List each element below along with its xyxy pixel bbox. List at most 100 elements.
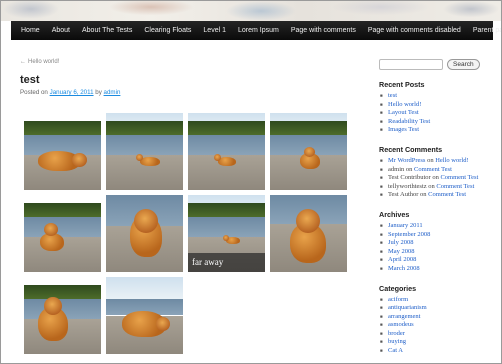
category-link[interactable]: broder <box>388 330 405 337</box>
categories-title: Categories <box>379 283 417 293</box>
archive-link[interactable]: May 2008 <box>388 248 415 255</box>
gallery-photo-1[interactable] <box>24 113 101 190</box>
list-item: Mr WordPress on Hello world! <box>379 157 497 166</box>
left-arrow-icon: ← <box>20 59 26 65</box>
list-item: May 2008 <box>379 248 497 257</box>
recent-comments-title: Recent Comments <box>379 144 443 154</box>
comment-author: Test Contributor <box>388 174 431 182</box>
search-button[interactable]: Search <box>447 59 480 70</box>
category-link[interactable]: buying <box>388 338 406 345</box>
category-link[interactable]: aciform <box>388 296 408 303</box>
archive-link[interactable]: March 2008 <box>388 265 420 272</box>
nav-item-page-with-comments-disabled[interactable]: Page with comments disabled <box>362 21 467 40</box>
nav-item-about-the-tests[interactable]: About The Tests <box>76 21 138 40</box>
comment-post-link[interactable]: Comment Test <box>440 174 478 181</box>
recent-post-link[interactable]: Readability Test <box>388 118 430 125</box>
gallery-photo-9[interactable] <box>24 277 101 354</box>
gallery-photo-6[interactable] <box>106 195 183 272</box>
nav-item-about[interactable]: About <box>46 21 76 40</box>
photo-gallery: far away <box>24 113 347 354</box>
nav-item-home[interactable]: Home <box>15 21 46 40</box>
gallery-photo-7-far-away[interactable]: far away <box>188 195 265 272</box>
nav-item-clearing-floats[interactable]: Clearing Floats <box>138 21 197 40</box>
list-item: Layout Test <box>379 109 497 118</box>
list-item: April 2008 <box>379 256 497 265</box>
recent-post-link[interactable]: Layout Test <box>388 109 419 116</box>
on-label: on <box>428 182 435 190</box>
comment-author: tellyworthtestz <box>388 182 427 190</box>
on-label: on <box>427 156 434 164</box>
gallery-photo-2[interactable] <box>106 113 183 190</box>
archive-link[interactable]: April 2008 <box>388 256 416 263</box>
post-date-link[interactable]: January 6, 2011 <box>50 89 94 96</box>
search-input[interactable] <box>379 59 443 70</box>
nav-item-parent-page[interactable]: Parent page <box>467 21 501 40</box>
comment-post-link[interactable]: Comment Test <box>436 183 474 190</box>
list-item: Cat A <box>379 347 497 356</box>
post-title[interactable]: test <box>20 74 355 86</box>
archives-title: Archives <box>379 209 410 219</box>
nav-item-page-with-comments[interactable]: Page with comments <box>285 21 362 40</box>
posted-on-label: Posted on <box>20 89 48 96</box>
list-item: arrangement <box>379 313 497 322</box>
browser-frame: Home About About The Tests Clearing Floa… <box>0 0 502 364</box>
recent-comments-list: Mr WordPress on Hello world! admin on Co… <box>379 157 497 200</box>
comment-post-link[interactable]: Comment Test <box>428 191 466 198</box>
list-item: July 2008 <box>379 239 497 248</box>
category-link[interactable]: asmodeus <box>388 321 414 328</box>
author-link[interactable]: admin <box>104 89 121 96</box>
list-item: antiquarianism <box>379 304 497 313</box>
post-meta: Posted on January 6, 2011 by admin <box>20 89 355 96</box>
gallery-photo-3[interactable] <box>188 113 265 190</box>
previous-post-link[interactable]: ← Hello world! <box>20 59 355 65</box>
gallery-photo-5[interactable] <box>24 195 101 272</box>
comment-post-link[interactable]: Hello world! <box>435 157 468 164</box>
recent-posts-list: test Hello world! Layout Test Readabilit… <box>379 92 497 135</box>
category-link[interactable]: antiquarianism <box>388 304 427 311</box>
list-item: tellyworthtestz on Comment Test <box>379 183 497 192</box>
nav-item-lorem-ipsum[interactable]: Lorem Ipsum <box>232 21 285 40</box>
list-item: Hello world! <box>379 101 497 110</box>
categories-list: aciform antiquarianism arrangement asmod… <box>379 296 497 356</box>
header-image <box>1 1 501 21</box>
on-label: on <box>420 191 427 199</box>
comment-author: admin <box>388 165 405 173</box>
gallery-photo-4[interactable] <box>270 113 347 190</box>
search-form: Search <box>379 59 497 70</box>
list-item: aciform <box>379 296 497 305</box>
comment-author: Test Author <box>388 191 419 199</box>
gallery-photo-8[interactable] <box>270 195 347 272</box>
category-link[interactable]: Cat A <box>388 347 403 354</box>
post-content: ← Hello world! test Posted on January 6,… <box>20 59 355 354</box>
list-item: January 2011 <box>379 222 497 231</box>
comment-author-link[interactable]: Mr WordPress <box>388 157 425 164</box>
list-item: September 2008 <box>379 231 497 240</box>
list-item: March 2008 <box>379 265 497 274</box>
photo-caption: far away <box>188 253 265 272</box>
on-label: on <box>432 174 439 182</box>
sidebar: Search Recent Posts test Hello world! La… <box>379 59 497 356</box>
archive-link[interactable]: September 2008 <box>388 231 430 238</box>
list-item: Images Test <box>379 126 497 135</box>
recent-post-link[interactable]: test <box>388 92 397 99</box>
archive-link[interactable]: July 2008 <box>388 239 413 246</box>
archive-link[interactable]: January 2011 <box>388 222 423 229</box>
by-label: by <box>95 89 102 96</box>
list-item: Test Author on Comment Test <box>379 191 497 200</box>
category-link[interactable]: arrangement <box>388 313 420 320</box>
comment-post-link[interactable]: Comment Test <box>414 166 452 173</box>
previous-post-label: Hello world! <box>28 59 60 65</box>
list-item: buying <box>379 338 497 347</box>
main-nav: Home About About The Tests Clearing Floa… <box>11 21 501 40</box>
nav-item-level-1[interactable]: Level 1 <box>197 21 232 40</box>
recent-post-link[interactable]: Images Test <box>388 126 419 133</box>
list-item: Readability Test <box>379 118 497 127</box>
on-label: on <box>405 165 413 173</box>
recent-posts-title: Recent Posts <box>379 80 425 89</box>
list-item: test <box>379 92 497 101</box>
recent-post-link[interactable]: Hello world! <box>388 101 421 108</box>
list-item: asmodeus <box>379 321 497 330</box>
gallery-photo-10[interactable] <box>106 277 183 354</box>
list-item: admin on Comment Test <box>379 166 497 175</box>
list-item: broder <box>379 330 497 339</box>
